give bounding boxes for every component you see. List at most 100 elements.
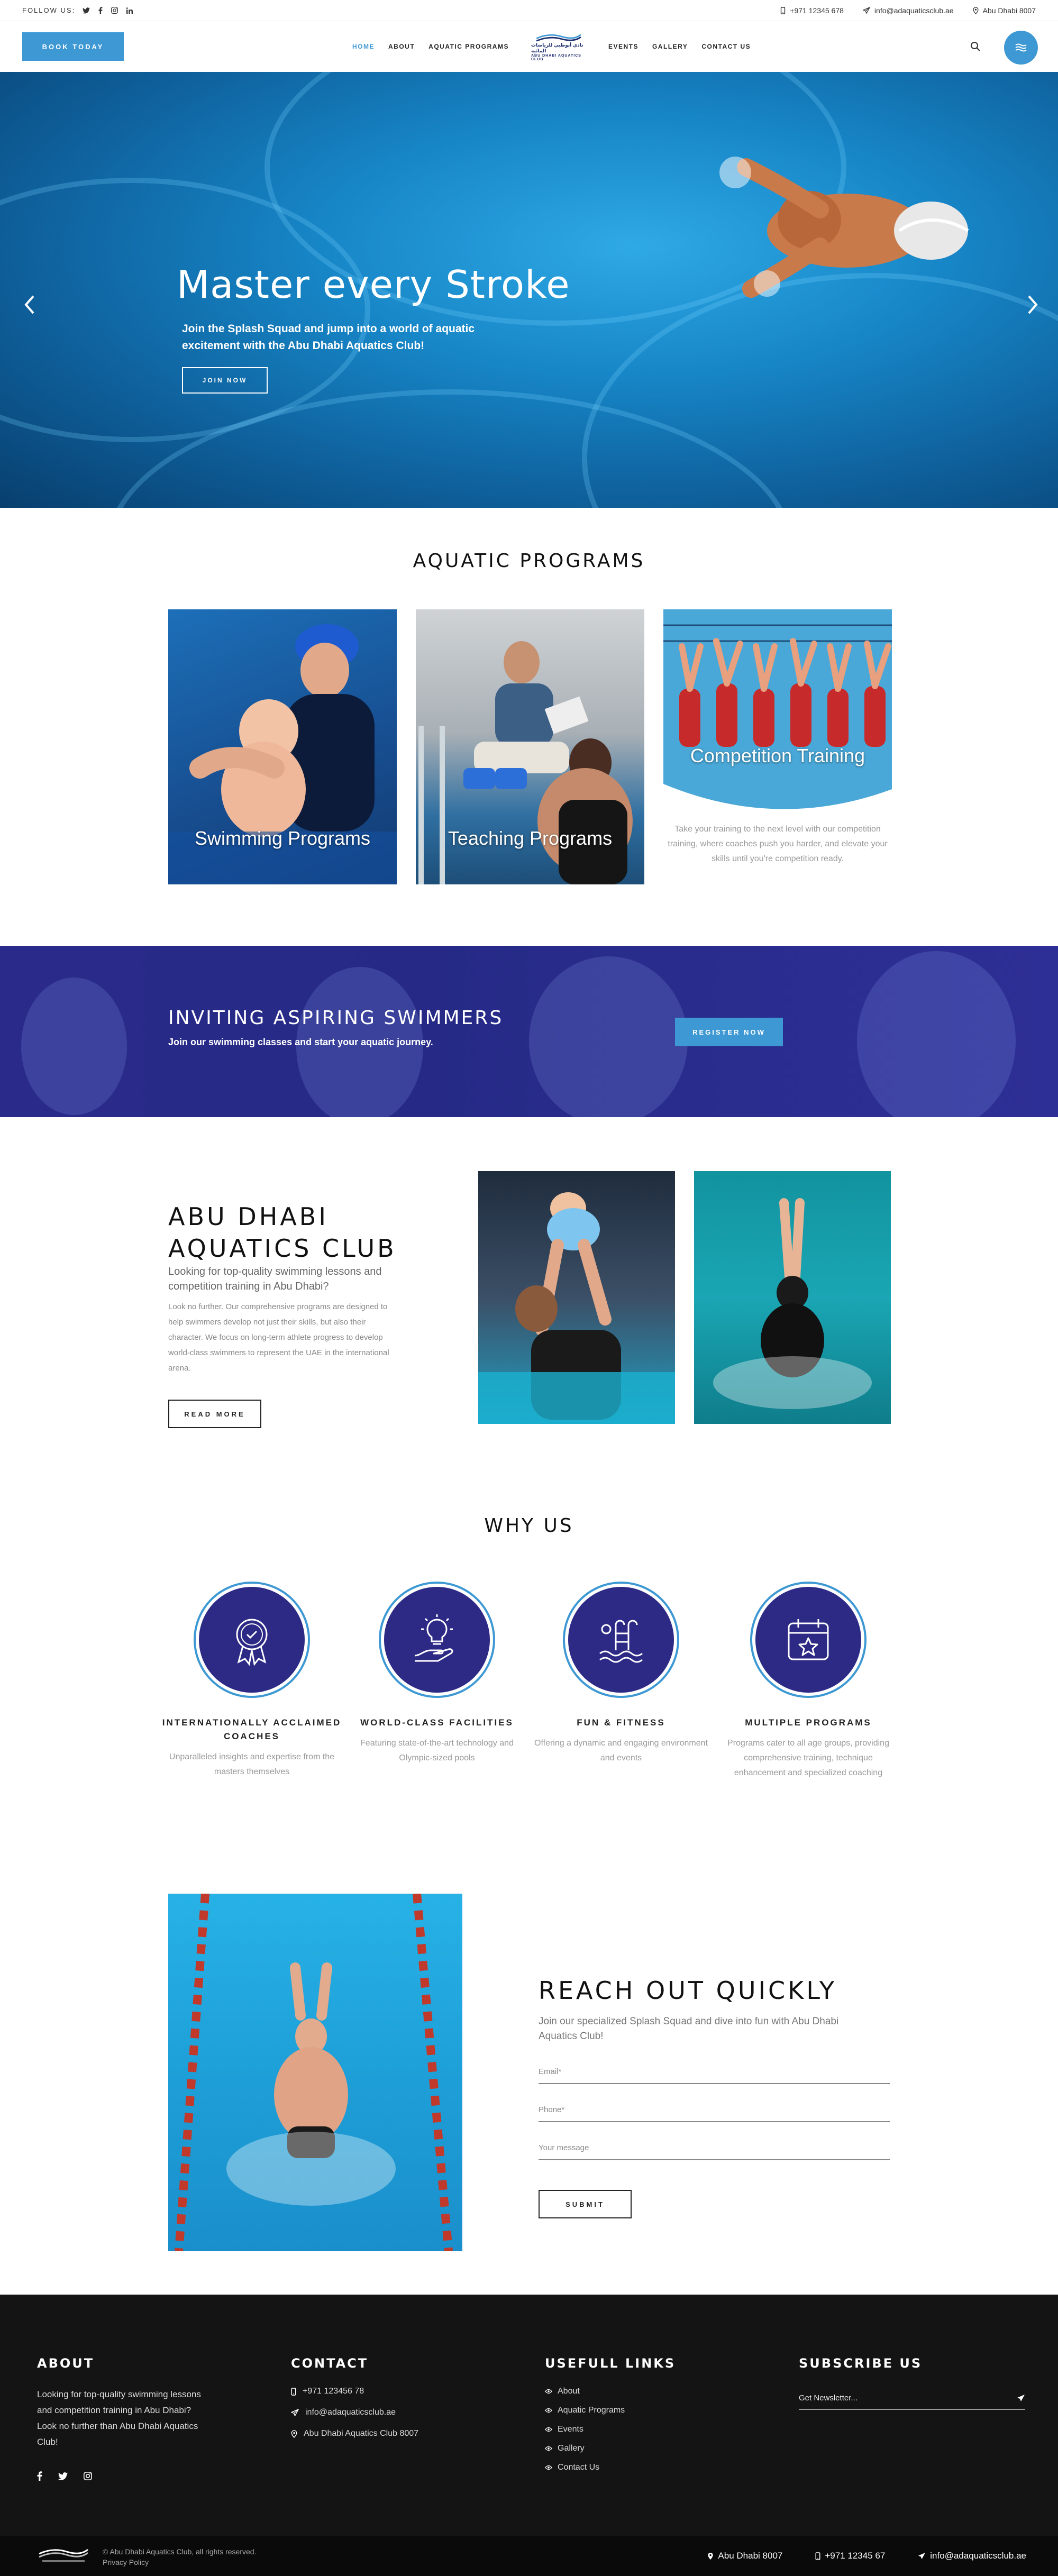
bottom-phone-text: +971 12345 67 [825, 2551, 886, 2561]
read-more-button[interactable]: READ MORE [168, 1400, 261, 1428]
newsletter-input[interactable]: Get Newsletter... [799, 2387, 1025, 2410]
nav-about[interactable]: ABOUT [388, 43, 415, 50]
hamburger-menu-icon[interactable] [1004, 31, 1038, 65]
footer-link-contact-us[interactable]: Contact Us [545, 2463, 714, 2472]
facebook-icon[interactable] [98, 6, 103, 14]
footer-logo[interactable] [37, 2546, 90, 2565]
topbar-phone-text: +971 12345 678 [790, 6, 844, 15]
logo-waves-icon [39, 2548, 88, 2562]
about-title-line1: ABU DHABI [168, 1202, 329, 1231]
nav-gallery[interactable]: GALLERY [652, 43, 688, 50]
topbar-address: Abu Dhabi 8007 [973, 6, 1036, 15]
bottom-phone[interactable]: +971 12345 67 [815, 2551, 885, 2561]
chevron-right-icon[interactable] [1022, 289, 1043, 321]
program-label: Swimming Programs [194, 827, 371, 849]
follow-label: FOLLOW US: [22, 6, 76, 14]
submit-button[interactable]: SUBMIT [539, 2190, 632, 2218]
instagram-icon[interactable] [84, 2471, 92, 2481]
footer-social [37, 2471, 206, 2481]
footer-phone[interactable]: +971 123456 78 [291, 2387, 471, 2396]
footer-link-label: About [558, 2387, 580, 2396]
instructor-baby-illustration [478, 1192, 675, 1424]
twitter-icon[interactable] [83, 7, 90, 14]
swimmer-silhouette [21, 978, 127, 1115]
why-item-text: Programs cater to all age groups, provid… [727, 1739, 889, 1777]
footer-link-about[interactable]: About [545, 2387, 714, 2396]
map-pin-icon [291, 2429, 297, 2438]
phone-field[interactable]: Phone* [539, 2101, 890, 2122]
why-card-coaches: INTERNATIONALLY ACCLAIMED COACHES Unpara… [162, 1587, 342, 1779]
map-pin-icon [707, 2552, 714, 2560]
send-icon[interactable] [1017, 2394, 1025, 2403]
program-card-competition[interactable]: Competition Training [663, 609, 892, 832]
topbar-email[interactable]: info@adaquaticsclub.ae [863, 6, 954, 15]
band-subtitle: Join our swimming classes and start your… [168, 1037, 433, 1047]
footer-phone-text: +971 123456 78 [303, 2387, 364, 2396]
footer-link-label: Contact Us [558, 2463, 600, 2472]
bottom-contact: Abu Dhabi 8007 +971 12345 67 info@adaqua… [707, 2551, 1026, 2561]
footer-email[interactable]: info@adaquaticsclub.ae [291, 2408, 471, 2417]
nav-events[interactable]: EVENTS [608, 43, 639, 50]
why-item-title: WORLD-CLASS FACILITIES [360, 1718, 514, 1728]
swimmer-photo [719, 157, 969, 298]
book-today-button[interactable]: BOOK TODAY [22, 32, 124, 61]
twitter-icon[interactable] [58, 2471, 68, 2481]
footer-link-gallery[interactable]: Gallery [545, 2444, 714, 2453]
why-item-text: Unparalleled insights and expertise from… [169, 1752, 335, 1776]
bottom-bar: © Abu Dhabi Aquatics Club, all rights re… [0, 2536, 1058, 2576]
nav-aquatic-programs[interactable]: AQUATIC PROGRAMS [428, 43, 509, 50]
why-title: WHY US [484, 1515, 574, 1537]
footer-link-label: Gallery [558, 2444, 585, 2453]
nav-home[interactable]: HOME [352, 43, 375, 50]
footer-link-events[interactable]: Events [545, 2425, 714, 2434]
footer-contact-title: CONTACT [291, 2356, 369, 2371]
search-icon[interactable] [966, 37, 985, 56]
hero-banner: Master every Stroke Join the Splash Squa… [0, 72, 1058, 508]
bottom-email-text: info@adaquaticsclub.ae [930, 2551, 1026, 2561]
synchronized-swimmers-photo [663, 609, 892, 832]
program-description: Take your training to the next level wit… [668, 825, 888, 863]
footer-link-aquatic-programs[interactable]: Aquatic Programs [545, 2406, 714, 2415]
phone-icon [780, 6, 786, 14]
program-card-swimming[interactable]: Swimming Programs [168, 609, 397, 884]
swimmer-arms-up-illustration [713, 1198, 872, 1409]
topbar-phone[interactable]: +971 12345 678 [780, 6, 844, 15]
medal-icon [199, 1587, 305, 1693]
footer-about-title: ABOUT [37, 2356, 95, 2371]
footer-about-text: Looking for top-quality swimming lessons… [37, 2389, 201, 2447]
nav-contact-us[interactable]: CONTACT US [701, 43, 751, 50]
copyright-text: © Abu Dhabi Aquatics Club, all rights re… [103, 2547, 257, 2556]
club-logo[interactable]: نادي أبوظبي للرياضات المائية ABU DHABI A… [531, 32, 586, 61]
logo-waves-icon [536, 34, 581, 42]
join-now-button[interactable]: JOIN NOW [182, 367, 268, 394]
top-bar: FOLLOW US: +971 12345 678 info@adaquatic… [0, 0, 1058, 21]
hero-title: Master every Stroke [177, 262, 570, 307]
about-lead: Looking for top-quality swimming lessons… [168, 1266, 382, 1292]
pool-icon [568, 1587, 674, 1693]
footer-about: ABOUT Looking for top-quality swimming l… [37, 2356, 206, 2481]
privacy-policy-link[interactable]: Privacy Policy [103, 2557, 256, 2568]
why-item-title: MULTIPLE PROGRAMS [745, 1718, 872, 1728]
email-field[interactable]: Email* [539, 2063, 890, 2084]
swimmer-lane-photo [168, 1894, 462, 2251]
footer-links-title: USEFULL LINKS [545, 2356, 676, 2371]
program-card-teaching[interactable]: Teaching Programs [416, 609, 644, 884]
chevron-left-icon[interactable] [19, 289, 40, 321]
paper-plane-icon [918, 2552, 926, 2560]
linkedin-icon[interactable] [126, 7, 133, 14]
facebook-icon[interactable] [37, 2471, 42, 2481]
about-title-line2: AQUATICS CLUB [168, 1234, 397, 1263]
footer-subscribe: SUBSCRIBE US Get Newsletter... [799, 2356, 1032, 2410]
register-banner: INVITING ASPIRING SWIMMERS Join our swim… [0, 946, 1058, 1117]
logo-text-arabic: نادي أبوظبي للرياضات المائية [531, 42, 583, 53]
footer: ABOUT Looking for top-quality swimming l… [0, 2295, 1058, 2536]
swimmer-silhouette [529, 956, 688, 1117]
message-field[interactable]: Your message [539, 2139, 890, 2160]
program-label: Competition Training [690, 745, 865, 766]
why-item-text: Featuring state-of-the-art technology an… [360, 1739, 514, 1762]
register-now-button[interactable]: REGISTER NOW [675, 1018, 783, 1046]
footer-links: USEFULL LINKS About Aquatic Programs Eve… [545, 2356, 714, 2482]
instagram-icon[interactable] [111, 7, 118, 14]
programs-title: AQUATIC PROGRAMS [413, 550, 645, 572]
bottom-email[interactable]: info@adaquaticsclub.ae [918, 2551, 1026, 2561]
